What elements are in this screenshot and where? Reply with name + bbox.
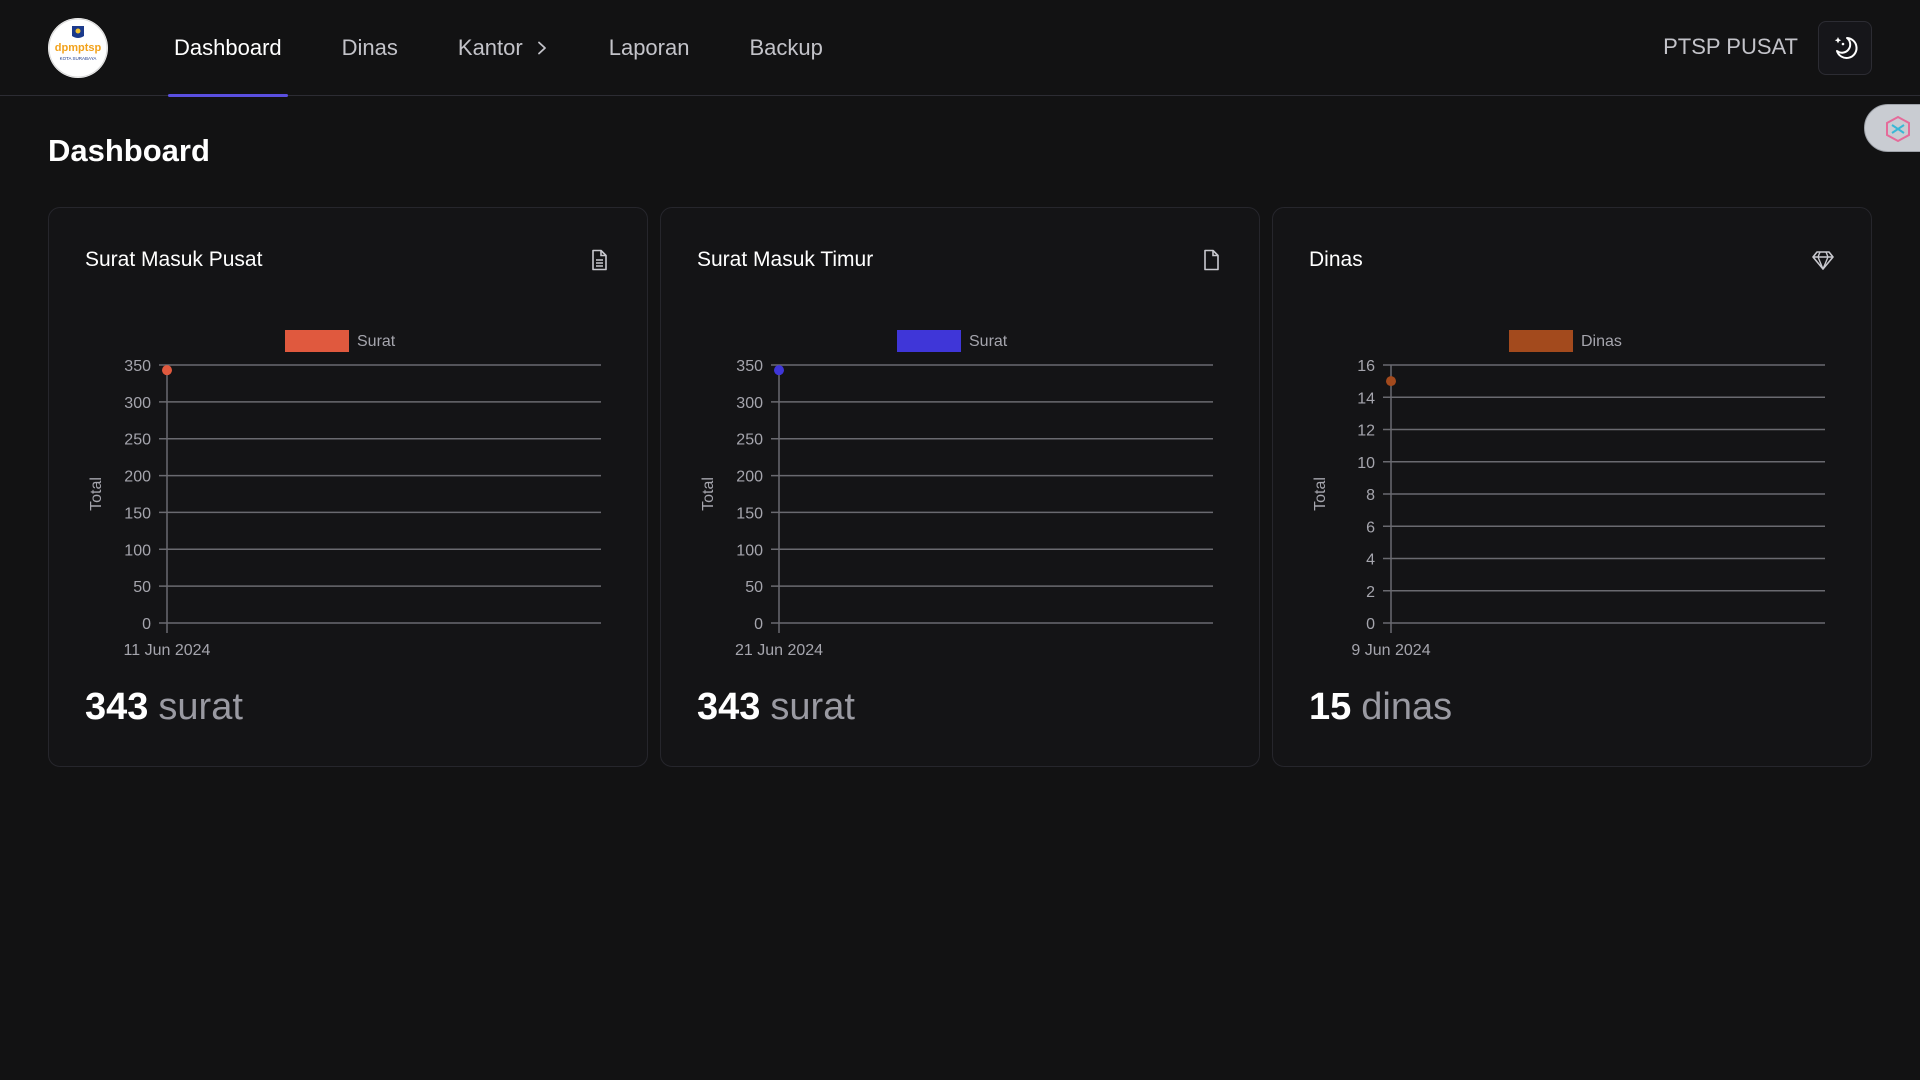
y-tick-label: 6 <box>1366 519 1375 536</box>
y-tick-label: 8 <box>1366 487 1375 504</box>
top-navbar: dpmptsp KOTA SURABAYA Dashboard Dinas Ka… <box>0 0 1920 97</box>
line-chart: Surat 0 50 100 150 200 250 300 350 Total 11 Jun 20… <box>88 330 601 659</box>
y-tick-label: 150 <box>736 505 763 522</box>
nav-item-dinas[interactable]: Dinas <box>336 0 404 96</box>
stat-card-dinas: Dinas Dinas 0 2 4 6 8 10 12 14 16 Total 9 Jun 2024 … <box>1272 207 1872 767</box>
logo-text: dpmptsp <box>55 42 102 54</box>
x-tick-label: 11 Jun 2024 <box>124 642 211 659</box>
y-tick-label: 4 <box>1366 552 1375 569</box>
y-tick-label: 150 <box>124 505 151 522</box>
legend-label: Dinas <box>1581 333 1622 350</box>
chart-container: Surat 0 50 100 150 200 250 300 350 Total 11 Jun 20… <box>85 308 605 659</box>
y-axis-title: Total <box>1312 477 1329 511</box>
chart-container: Dinas 0 2 4 6 8 10 12 14 16 Total 9 Jun 2024 <box>1309 308 1829 659</box>
chevron-right-icon <box>535 41 549 55</box>
chart-container: Surat 0 50 100 150 200 250 300 350 Total 21 Jun 20… <box>697 308 1217 659</box>
nav-item-label: Backup <box>749 35 823 60</box>
y-tick-label: 14 <box>1357 390 1375 407</box>
nav-item-label: Dashboard <box>174 35 282 60</box>
moon-stars-icon <box>1834 37 1858 59</box>
nav-item-label: Laporan <box>608 35 690 60</box>
card-title: Dinas <box>1309 248 1363 271</box>
legend-label: Surat <box>357 333 396 350</box>
y-tick-label: 300 <box>736 395 763 412</box>
legend-swatch <box>1509 330 1573 352</box>
y-tick-label: 2 <box>1366 584 1375 601</box>
y-tick-label: 100 <box>736 542 763 559</box>
y-axis-title: Total <box>700 477 717 511</box>
total-unit: dinas <box>1361 686 1453 728</box>
y-tick-label: 100 <box>124 542 151 559</box>
theme-toggle-button[interactable] <box>1818 21 1872 75</box>
data-point <box>774 365 784 376</box>
y-tick-label: 250 <box>736 432 763 449</box>
line-chart: Surat 0 50 100 150 200 250 300 350 Total 21 Jun 20… <box>700 330 1213 659</box>
card-total: 343 surat <box>85 686 243 729</box>
user-name[interactable]: PTSP PUSAT <box>1663 34 1798 60</box>
line-chart: Dinas 0 2 4 6 8 10 12 14 16 Total 9 Jun 2024 <box>1312 330 1825 659</box>
document-icon <box>1199 248 1223 272</box>
total-value: 343 <box>697 686 761 728</box>
total-unit: surat <box>158 686 243 728</box>
y-tick-label: 12 <box>1357 423 1375 440</box>
extension-icon <box>1886 115 1910 143</box>
nav-item-kantor[interactable]: Kantor <box>452 0 555 96</box>
legend-swatch <box>285 330 349 352</box>
stat-card-surat-masuk-pusat: Surat Masuk Pusat Surat 0 50 100 150 200 250 30… <box>48 207 648 767</box>
logo-emblem: dpmptsp KOTA SURABAYA <box>48 18 108 78</box>
nav-item-dashboard[interactable]: Dashboard <box>168 0 288 97</box>
nav-item-backup[interactable]: Backup <box>743 0 828 96</box>
nav-item-laporan[interactable]: Laporan <box>603 0 696 96</box>
legend-label: Surat <box>969 333 1008 350</box>
y-tick-label: 350 <box>736 358 763 375</box>
nav-item-label: Kantor <box>457 35 523 60</box>
document-lines-icon <box>587 248 611 272</box>
x-tick-label: 21 Jun 2024 <box>735 642 823 659</box>
legend-swatch <box>897 330 961 352</box>
y-tick-label: 50 <box>745 579 763 596</box>
card-title: Surat Masuk Pusat <box>85 248 263 271</box>
y-tick-label: 300 <box>124 395 151 412</box>
logo-subtext: KOTA SURABAYA <box>60 56 97 61</box>
y-tick-label: 0 <box>1366 616 1375 633</box>
y-tick-label: 0 <box>754 616 763 633</box>
y-tick-label: 10 <box>1357 455 1375 472</box>
floating-widget-button[interactable] <box>1864 104 1920 152</box>
card-title: Surat Masuk Timur <box>697 248 874 271</box>
x-tick-label: 9 Jun 2024 <box>1351 642 1430 659</box>
total-value: 343 <box>85 686 149 728</box>
data-point <box>162 365 172 376</box>
y-axis-title: Total <box>88 477 105 511</box>
y-tick-label: 16 <box>1357 358 1375 375</box>
diamond-icon <box>1811 248 1835 272</box>
stat-card-surat-masuk-timur: Surat Masuk Timur Surat 0 50 100 150 200 250 30… <box>660 207 1260 767</box>
card-total: 343 surat <box>697 686 855 729</box>
page-title: Dashboard <box>48 133 210 168</box>
main-nav: Dashboard Dinas Kantor Laporan Backup <box>168 0 877 97</box>
y-tick-label: 50 <box>133 579 151 596</box>
y-tick-label: 200 <box>736 469 763 486</box>
data-point <box>1386 376 1396 387</box>
y-tick-label: 250 <box>124 432 151 449</box>
y-tick-label: 200 <box>124 469 151 486</box>
y-tick-label: 350 <box>124 358 151 375</box>
total-unit: surat <box>770 686 855 728</box>
card-total: 15 dinas <box>1309 686 1452 729</box>
app-logo[interactable]: dpmptsp KOTA SURABAYA <box>48 18 108 78</box>
y-tick-label: 0 <box>142 616 151 633</box>
total-value: 15 <box>1309 686 1352 728</box>
nav-item-label: Dinas <box>341 35 398 60</box>
